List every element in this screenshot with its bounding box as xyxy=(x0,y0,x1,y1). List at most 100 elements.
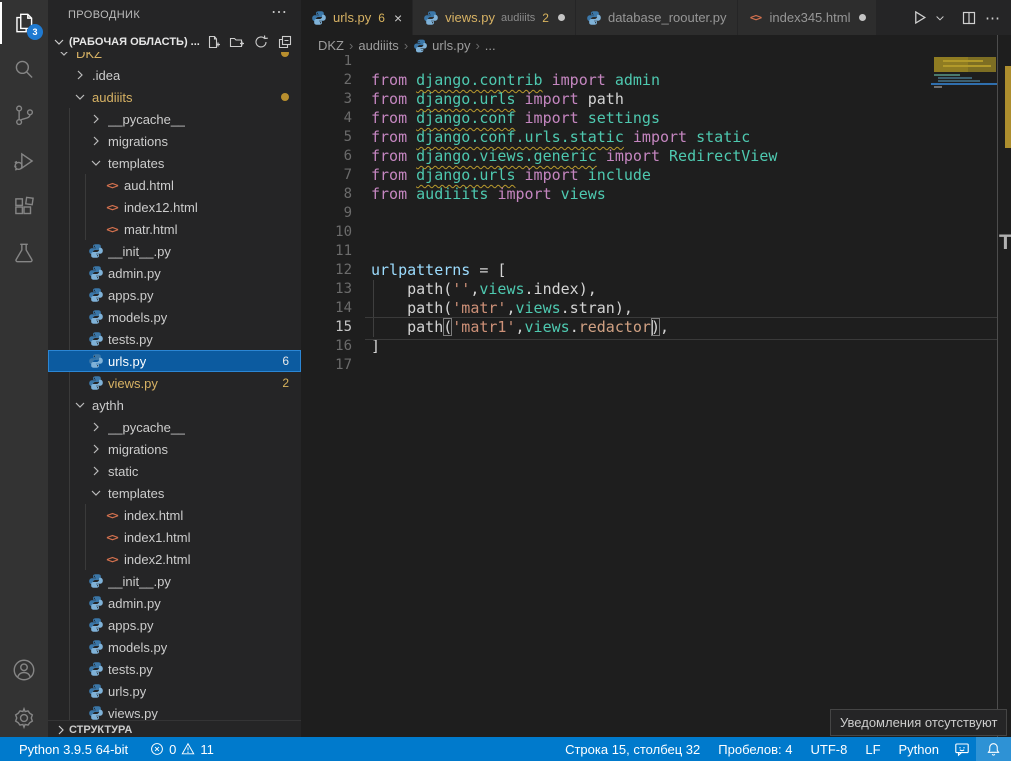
code-line-7[interactable]: 7from django.urls import include xyxy=(301,166,997,185)
settings-gear-icon[interactable] xyxy=(0,698,48,738)
breadcrumb-item[interactable]: ... xyxy=(485,38,496,53)
tree-item-models-py[interactable]: models.py xyxy=(48,306,301,328)
code-line-2[interactable]: 2from django.contrib import admin xyxy=(301,71,997,90)
tree-item-admin-py[interactable]: admin.py xyxy=(48,592,301,614)
editor-scrollbar[interactable]: T xyxy=(997,35,1011,737)
outline-section-header[interactable]: СТРУКТУРА xyxy=(48,720,301,737)
cursor-position-status[interactable]: Строка 15, столбец 32 xyxy=(556,737,709,761)
code-text: ] xyxy=(365,337,380,356)
tree-item-models-py[interactable]: models.py xyxy=(48,636,301,658)
code-line-6[interactable]: 6from django.views.generic import Redire… xyxy=(301,147,997,166)
extensions-icon[interactable] xyxy=(0,184,48,230)
tree-item-label: templates xyxy=(108,156,164,171)
code-line-10[interactable]: 10 xyxy=(301,223,997,242)
split-editor-icon[interactable] xyxy=(959,6,979,30)
tree-item-views-py[interactable]: views.py2 xyxy=(48,372,301,394)
new-file-icon[interactable] xyxy=(205,34,221,50)
code-editor[interactable]: 12from django.contrib import admin3from … xyxy=(301,52,997,737)
tree-item-urls-py[interactable]: urls.py6 xyxy=(48,350,301,372)
more-actions-icon[interactable]: ⋯ xyxy=(983,6,1003,30)
code-line-8[interactable]: 8from audiiits import views xyxy=(301,185,997,204)
code-line-11[interactable]: 11 xyxy=(301,242,997,261)
tree-item-index2-html[interactable]: <>index2.html xyxy=(48,548,301,570)
explorer-icon[interactable]: 3 xyxy=(0,0,48,46)
code-line-9[interactable]: 9 xyxy=(301,204,997,223)
tab-urls-py[interactable]: urls.py6× xyxy=(301,0,412,35)
tree-item-apps-py[interactable]: apps.py xyxy=(48,614,301,636)
tree-item-static[interactable]: static xyxy=(48,460,301,482)
code-line-14[interactable]: 14 path('matr',views.stran), xyxy=(301,299,997,318)
tree-item--init-py[interactable]: __init__.py xyxy=(48,240,301,262)
new-folder-icon[interactable] xyxy=(229,34,245,50)
code-line-15[interactable]: 15 path('matr1',views.redactor), xyxy=(301,318,997,337)
python-interpreter-status[interactable]: Python 3.9.5 64-bit xyxy=(10,737,137,761)
tree-item-index12-html[interactable]: <>index12.html xyxy=(48,196,301,218)
tree-item-urls-py[interactable]: urls.py xyxy=(48,680,301,702)
close-tab-icon[interactable]: × xyxy=(394,11,402,25)
indentation-status[interactable]: Пробелов: 4 xyxy=(709,737,801,761)
breadcrumb-item[interactable]: DKZ xyxy=(318,38,344,53)
refresh-icon[interactable] xyxy=(253,34,269,50)
eol-status[interactable]: LF xyxy=(856,737,889,761)
run-debug-icon[interactable] xyxy=(0,138,48,184)
tree-item-index-html[interactable]: <>index.html xyxy=(48,504,301,526)
tree-item--idea[interactable]: .idea xyxy=(48,64,301,86)
minimap[interactable] xyxy=(931,55,997,145)
tree-item-admin-py[interactable]: admin.py xyxy=(48,262,301,284)
html-file-icon: <> xyxy=(104,551,120,567)
tree-item-matr-html[interactable]: <>matr.html xyxy=(48,218,301,240)
code-line-12[interactable]: 12urlpatterns = [ xyxy=(301,261,997,280)
warning-count: 11 xyxy=(200,742,214,757)
encoding-status[interactable]: UTF-8 xyxy=(802,737,857,761)
breadcrumb[interactable]: DKZ›audiiits›urls.py›... xyxy=(301,35,1011,55)
notifications-bell-icon[interactable] xyxy=(976,737,1011,761)
search-icon[interactable] xyxy=(0,46,48,92)
tree-item-tests-py[interactable]: tests.py xyxy=(48,658,301,680)
tab-database-roouter-py[interactable]: database_roouter.py xyxy=(576,0,737,35)
language-mode-status[interactable]: Python xyxy=(890,737,948,761)
accounts-icon[interactable] xyxy=(0,650,48,690)
breadcrumb-item[interactable]: audiiits xyxy=(358,38,398,53)
collapse-all-icon[interactable] xyxy=(277,34,293,50)
source-control-icon[interactable] xyxy=(0,92,48,138)
code-line-3[interactable]: 3from django.urls import path xyxy=(301,90,997,109)
tab-views-py[interactable]: views.pyaudiiits2 xyxy=(413,0,575,35)
code-line-4[interactable]: 4from django.conf import settings xyxy=(301,109,997,128)
explorer-sidebar: DKZ.ideaaudiiits__pycache__migrationstem… xyxy=(48,0,301,737)
workspace-section-header[interactable]: (РАБОЧАЯ ОБЛАСТЬ) ... xyxy=(48,32,301,52)
breadcrumb-item[interactable]: urls.py xyxy=(432,38,470,53)
tree-item-templates[interactable]: templates xyxy=(48,482,301,504)
tree-item-label: __pycache__ xyxy=(108,420,185,435)
run-dropdown-chevron-icon[interactable] xyxy=(933,6,947,30)
tree-item-aythh[interactable]: aythh xyxy=(48,394,301,416)
tree-item-migrations[interactable]: migrations xyxy=(48,438,301,460)
python-file-icon xyxy=(88,705,104,721)
chevron-down-icon xyxy=(72,89,88,105)
modified-dot-icon[interactable] xyxy=(558,14,565,21)
modified-dot-icon[interactable] xyxy=(859,14,866,21)
feedback-icon[interactable] xyxy=(948,737,976,761)
views-more-actions-icon[interactable]: ⋯ xyxy=(271,2,287,22)
tree-item--pycache-[interactable]: __pycache__ xyxy=(48,108,301,130)
tree-item-apps-py[interactable]: apps.py xyxy=(48,284,301,306)
code-line-16[interactable]: 16] xyxy=(301,337,997,356)
tree-item--init-py[interactable]: __init__.py xyxy=(48,570,301,592)
tree-item-label: admin.py xyxy=(108,266,161,281)
tree-item-tests-py[interactable]: tests.py xyxy=(48,328,301,350)
code-line-17[interactable]: 17 xyxy=(301,356,997,375)
code-text xyxy=(365,242,371,261)
activity-bar: 3 xyxy=(0,0,48,737)
tree-item--pycache-[interactable]: __pycache__ xyxy=(48,416,301,438)
tree-item-audiiits[interactable]: audiiits xyxy=(48,86,301,108)
tree-item-templates[interactable]: templates xyxy=(48,152,301,174)
code-line-5[interactable]: 5from django.conf.urls.static import sta… xyxy=(301,128,997,147)
code-line-13[interactable]: 13 path('',views.index), xyxy=(301,280,997,299)
run-button-icon[interactable] xyxy=(909,6,929,30)
tab-index345-html[interactable]: <>index345.html xyxy=(738,0,877,35)
problems-status[interactable]: 0 11 xyxy=(141,737,223,761)
tree-item-migrations[interactable]: migrations xyxy=(48,130,301,152)
tree-item-aud-html[interactable]: <>aud.html xyxy=(48,174,301,196)
tree-item-index1-html[interactable]: <>index1.html xyxy=(48,526,301,548)
tree-item-label: __pycache__ xyxy=(108,112,185,127)
testing-icon[interactable] xyxy=(0,230,48,276)
